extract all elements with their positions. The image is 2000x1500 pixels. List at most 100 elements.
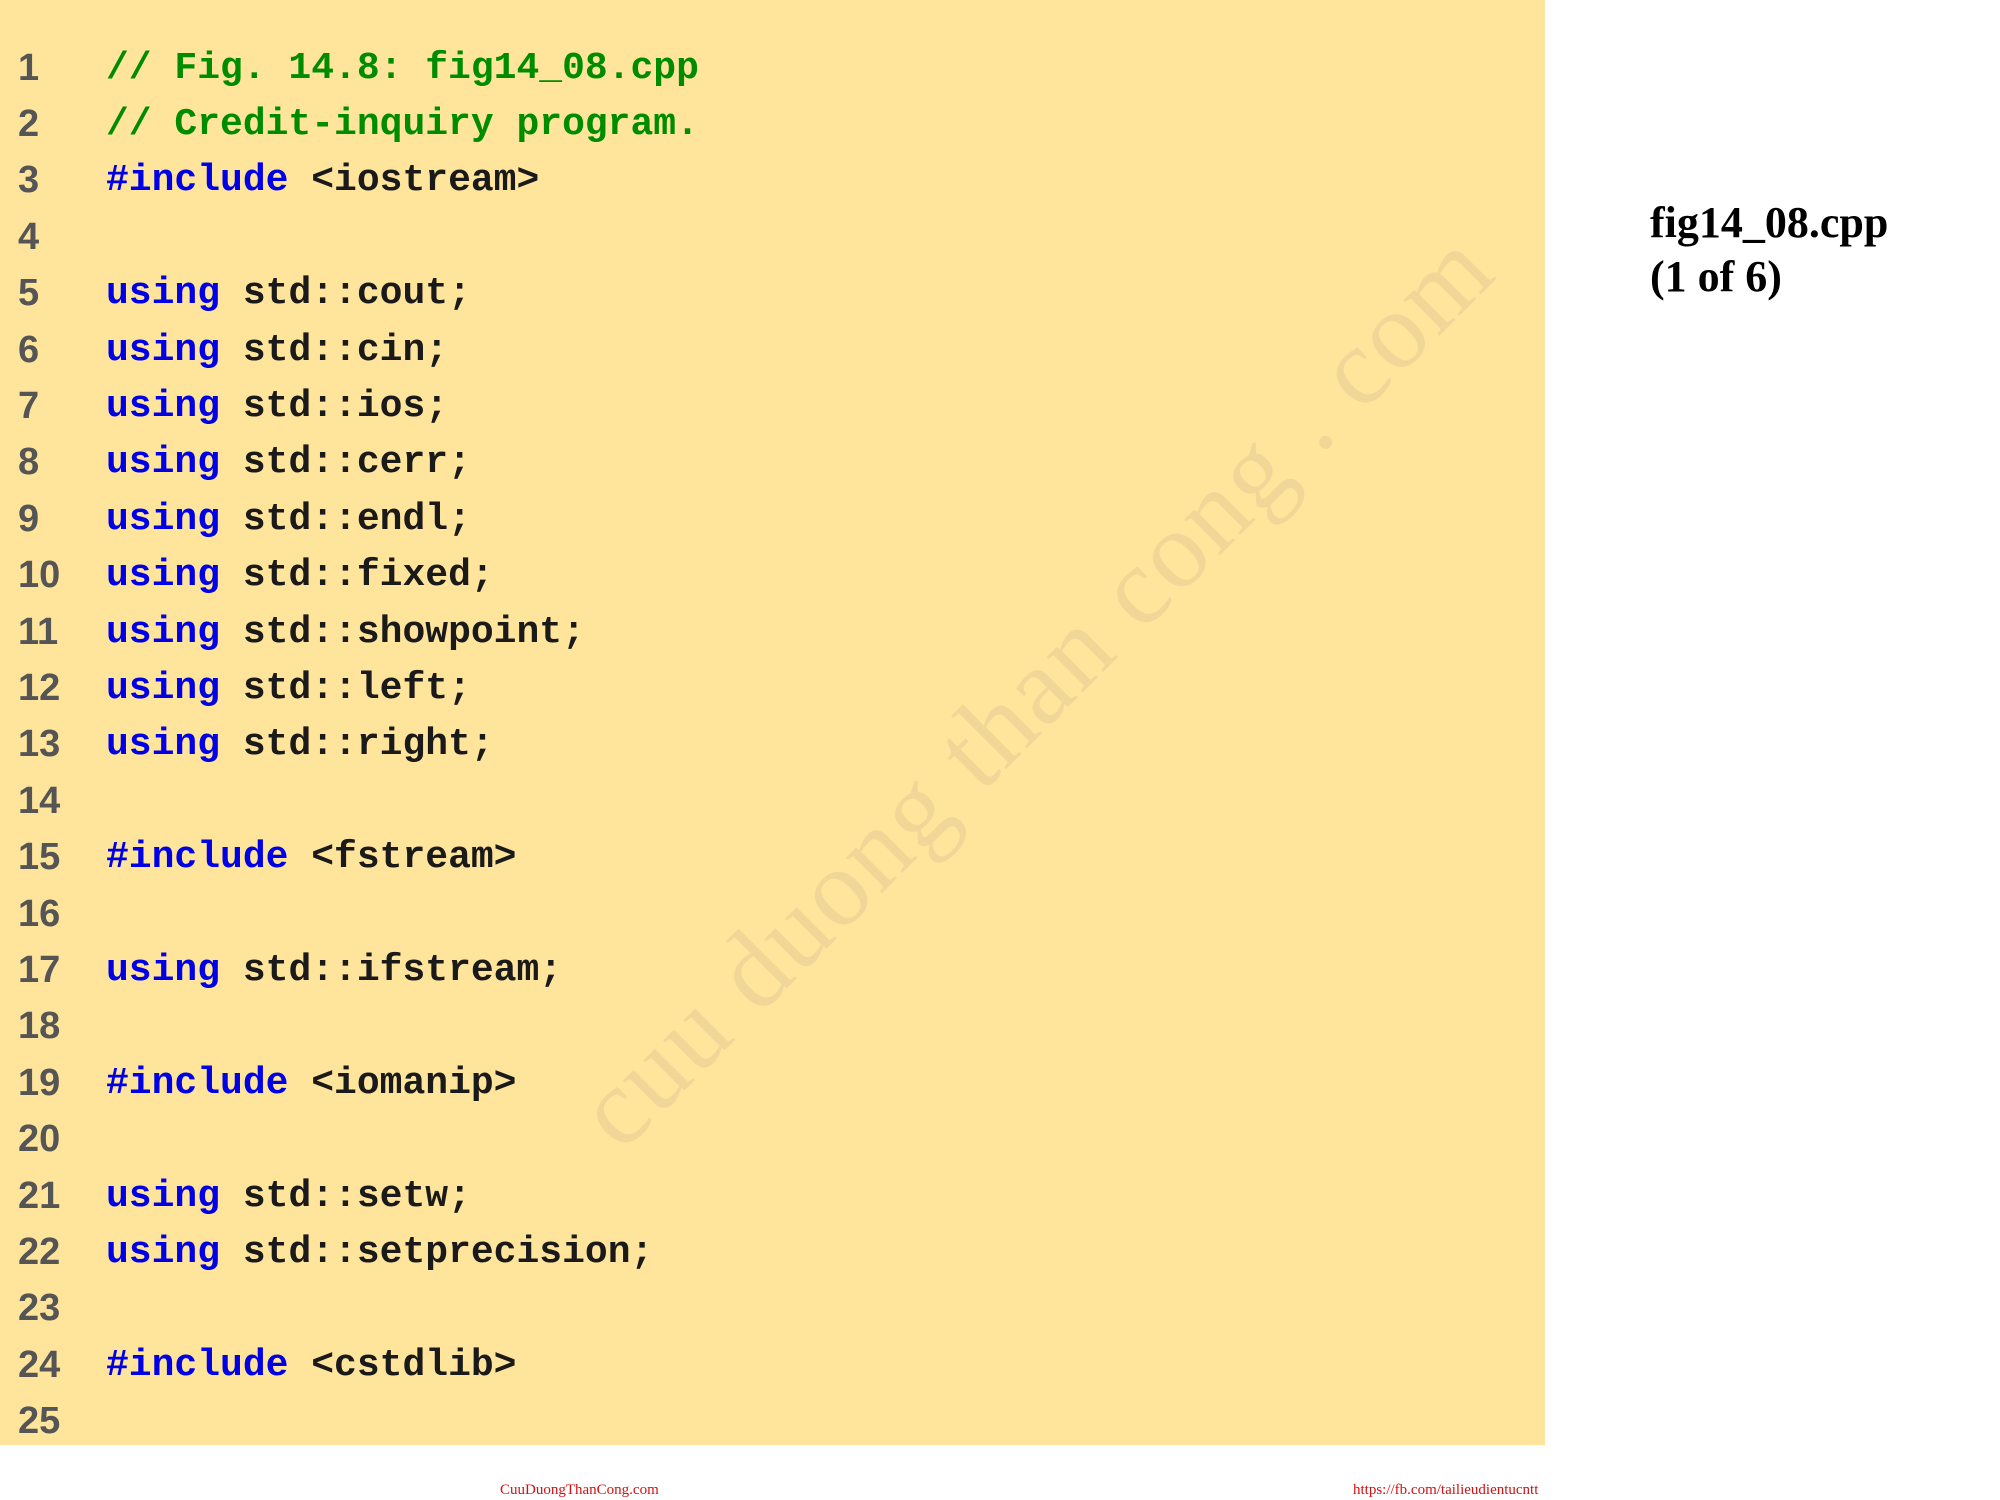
code-text: using std::cerr;: [106, 441, 471, 484]
line-number: 16: [18, 892, 61, 935]
code-line: 10 using std::fixed;: [0, 548, 699, 604]
code-line: 18: [0, 999, 699, 1055]
code-text: using std::ifstream;: [106, 949, 562, 992]
code-line: 25: [0, 1393, 699, 1449]
line-number: 1: [18, 46, 40, 89]
code-line: 6 using std::cin;: [0, 322, 699, 378]
code-keyword: using: [106, 610, 221, 654]
code-line: 21 using std::setw;: [0, 1168, 699, 1224]
code-keyword: #include: [106, 1343, 289, 1387]
code-lines: 1 // Fig. 14.8: fig14_08.cpp 2 // Credit-in…: [0, 40, 699, 1450]
code-listing-panel: cuu duong than cong . com 1// Fig. 14.8:…: [0, 0, 1545, 1445]
code-keyword: using: [106, 723, 221, 767]
code-text: // Credit-inquiry program.: [106, 103, 699, 146]
line-number: 17: [18, 948, 61, 991]
line-number: 10: [18, 554, 61, 597]
code-line: 5 using std::cout;: [0, 266, 699, 322]
code-comment: // Credit-inquiry program.: [106, 103, 699, 147]
code-keyword: using: [106, 328, 221, 372]
code-text: using std::right;: [106, 723, 494, 766]
code-line: 1 // Fig. 14.8: fig14_08.cpp: [0, 40, 699, 96]
code-keyword: #include: [106, 159, 289, 203]
code-keyword: #include: [106, 1061, 289, 1105]
code-keyword: using: [106, 1174, 221, 1218]
code-keyword: using: [106, 666, 221, 710]
code-comment: // Fig. 14.8: fig14_08.cpp: [106, 46, 699, 90]
line-number: 21: [18, 1174, 61, 1217]
code-line: 14: [0, 773, 699, 829]
code-text: using std::cout;: [106, 272, 471, 315]
code-keyword: using: [106, 497, 221, 541]
code-text: using std::fixed;: [106, 554, 494, 597]
code-line: 15 #include <fstream>: [0, 829, 699, 885]
code-line: 17 using std::ifstream;: [0, 942, 699, 998]
code-token: std::cout;: [220, 272, 471, 316]
file-name-title: fig14_08.cpp: [1650, 198, 1889, 247]
line-number: 20: [18, 1118, 61, 1161]
line-number: 13: [18, 723, 61, 766]
code-keyword: using: [106, 441, 221, 485]
line-number: 24: [18, 1343, 61, 1386]
code-line: 7 using std::ios;: [0, 378, 699, 434]
code-line: 9 using std::endl;: [0, 491, 699, 547]
line-number: 12: [18, 666, 61, 709]
code-text: #include <iostream>: [106, 159, 539, 202]
footer-facebook-link[interactable]: https://fb.com/tailieudientucntt: [1353, 1482, 1538, 1499]
code-text: #include <fstream>: [106, 836, 516, 879]
code-text: // Fig. 14.8: fig14_08.cpp: [106, 47, 699, 90]
code-token: std::endl;: [220, 497, 471, 541]
code-line: 16: [0, 886, 699, 942]
line-number: 5: [18, 272, 40, 315]
line-number: 6: [18, 328, 40, 371]
code-line: 19 #include <iomanip>: [0, 1055, 699, 1111]
code-line: 11 using std::showpoint;: [0, 604, 699, 660]
code-line: 22 using std::setprecision;: [0, 1224, 699, 1280]
page-indicator: (1 of 6): [1650, 252, 1782, 301]
code-text: #include <cstdlib>: [106, 1344, 516, 1387]
code-text: using std::setprecision;: [106, 1231, 653, 1274]
line-number: 14: [18, 779, 61, 822]
code-token: std::cin;: [220, 328, 449, 372]
code-token: std::ifstream;: [220, 948, 563, 992]
footer-site-link[interactable]: CuuDuongThanCong.com: [500, 1482, 659, 1499]
line-number: 8: [18, 441, 40, 484]
code-keyword: using: [106, 1230, 221, 1274]
line-number: 3: [18, 159, 40, 202]
line-number: 11: [18, 610, 59, 653]
code-keyword: #include: [106, 836, 289, 880]
code-keyword: using: [106, 385, 221, 429]
line-number: 9: [18, 497, 40, 540]
file-caption: fig14_08.cpp (1 of 6): [1650, 196, 1888, 304]
code-line: 2 // Credit-inquiry program.: [0, 96, 699, 152]
code-token: std::cerr;: [220, 441, 471, 485]
code-token: <fstream>: [288, 836, 517, 880]
line-number: 19: [18, 1061, 61, 1104]
code-line: 20: [0, 1111, 699, 1167]
code-text: #include <iomanip>: [106, 1062, 516, 1105]
code-line: 12 using std::left;: [0, 660, 699, 716]
code-text: using std::ios;: [106, 385, 448, 428]
code-token: <iomanip>: [288, 1061, 517, 1105]
code-text: using std::cin;: [106, 329, 448, 372]
code-text: using std::setw;: [106, 1175, 471, 1218]
line-number: 22: [18, 1230, 61, 1273]
code-token: <cstdlib>: [288, 1343, 517, 1387]
code-token: std::right;: [220, 723, 494, 767]
code-keyword: using: [106, 272, 221, 316]
line-number: 2: [18, 103, 40, 146]
line-number: 15: [18, 836, 61, 879]
code-line: 8 using std::cerr;: [0, 435, 699, 491]
code-token: std::left;: [220, 666, 471, 710]
line-number: 4: [18, 215, 40, 258]
code-text: using std::endl;: [106, 498, 471, 541]
code-token: std::fixed;: [220, 554, 494, 598]
code-token: std::showpoint;: [220, 610, 585, 654]
code-line: 24 #include <cstdlib>: [0, 1337, 699, 1393]
code-token: std::setprecision;: [220, 1230, 654, 1274]
code-text: using std::left;: [106, 667, 471, 710]
code-token: <iostream>: [288, 159, 540, 203]
code-line: 13 using std::right;: [0, 717, 699, 773]
code-token: std::setw;: [220, 1174, 471, 1218]
code-text: using std::showpoint;: [106, 611, 585, 654]
code-line: 23: [0, 1281, 699, 1337]
